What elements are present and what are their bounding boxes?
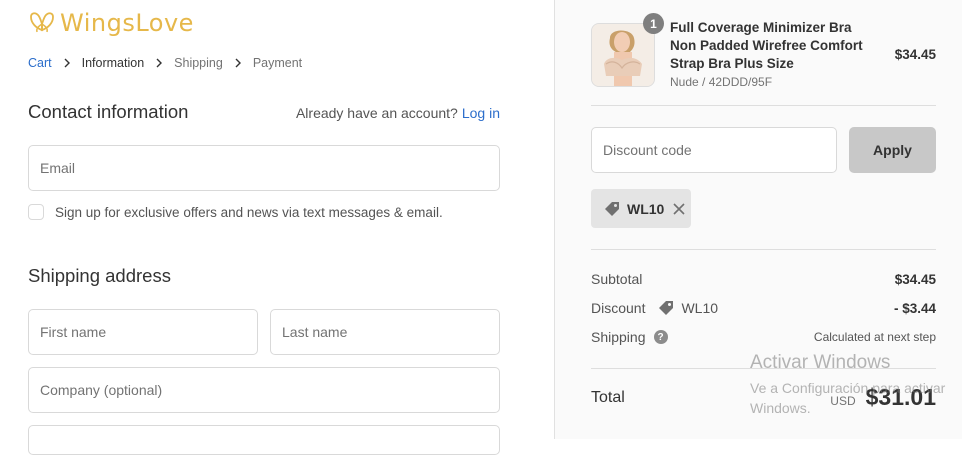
tag-icon: [605, 201, 619, 216]
discount-value: - $3.44: [893, 300, 936, 316]
chevron-right-icon: [64, 58, 70, 68]
breadcrumb-information: Information: [81, 56, 145, 70]
discount-placeholder: Discount code: [603, 142, 692, 158]
login-link[interactable]: Log in: [462, 105, 500, 121]
shipping-label: Shipping: [591, 329, 646, 345]
breadcrumb: Cart Information Shipping Payment: [28, 56, 302, 70]
email-field[interactable]: Email: [28, 145, 500, 191]
product-variant: Nude / 42DDD/95F: [670, 75, 773, 89]
close-icon[interactable]: [673, 202, 685, 215]
shipping-title: Shipping address: [28, 265, 171, 286]
question-icon[interactable]: ?: [653, 330, 668, 344]
company-placeholder: Company (optional): [40, 382, 163, 398]
total-label: Total: [591, 388, 625, 406]
first-name-placeholder: First name: [40, 324, 107, 340]
email-placeholder: Email: [40, 160, 76, 176]
product-name: Full Coverage Minimizer Bra Non Padded W…: [670, 20, 863, 71]
company-field[interactable]: Company (optional): [28, 367, 500, 413]
discount-code-input[interactable]: Discount code: [591, 127, 837, 173]
currency-code: USD: [830, 394, 856, 408]
discount-label: Discount: [591, 300, 646, 316]
chevron-right-icon: [156, 58, 163, 68]
discount-label-group: Discount WL10: [591, 299, 718, 317]
last-name-field[interactable]: Last name: [270, 309, 500, 355]
shipping-value: Calculated at next step: [813, 330, 936, 344]
chevron-right-icon: [235, 58, 241, 68]
applied-discount-chip: WL10: [591, 189, 691, 228]
subtotal-label: Subtotal: [591, 271, 643, 287]
shipping-label-group: Shipping ?: [591, 329, 668, 345]
contact-title: Contact information: [28, 101, 189, 122]
account-prompt-text: Already have an account?: [295, 105, 458, 121]
applied-code: WL10: [627, 200, 665, 217]
discount-row: Discount WL10 - $3.44: [591, 299, 936, 317]
divider: [591, 105, 936, 106]
sms-optin-checkbox[interactable]: [28, 204, 44, 220]
first-name-field[interactable]: First name: [28, 309, 258, 355]
sms-optin-row[interactable]: Sign up for exclusive offers and news vi…: [28, 204, 443, 220]
product-price: $34.45: [894, 47, 936, 62]
divider: [591, 249, 936, 250]
order-summary-panel: 1 Full Coverage Minimizer Bra Non Padded…: [554, 0, 962, 439]
subtotal-value: $34.45: [894, 271, 936, 287]
brand-logo[interactable]: WingsLove: [28, 7, 194, 39]
breadcrumb-shipping: Shipping: [174, 56, 223, 70]
product-image: [592, 24, 654, 86]
breadcrumb-payment: Payment: [252, 56, 303, 70]
shipping-row: Shipping ? Calculated at next step: [591, 329, 936, 345]
wings-logo-icon: [30, 12, 54, 33]
total-value-group: USD $31.01: [830, 384, 936, 411]
last-name-placeholder: Last name: [282, 324, 348, 340]
sms-optin-label: Sign up for exclusive offers and news vi…: [55, 204, 443, 220]
product-thumbnail: [591, 23, 655, 87]
checkout-form-panel: WingsLove Cart Information Shipping Paym…: [0, 0, 554, 455]
address-field[interactable]: [28, 425, 500, 455]
divider: [591, 368, 936, 369]
discount-code-label: WL10: [681, 300, 719, 316]
total-amount: $31.01: [865, 384, 936, 410]
tag-icon: [659, 301, 674, 315]
account-prompt: Already have an account? Log in: [296, 105, 500, 121]
brand-name: WingsLove: [60, 9, 194, 37]
total-row: Total USD $31.01: [591, 384, 936, 411]
subtotal-row: Subtotal $34.45: [591, 271, 936, 287]
breadcrumb-cart[interactable]: Cart: [28, 56, 52, 70]
quantity-badge: 1: [643, 13, 664, 34]
apply-button[interactable]: Apply: [849, 127, 936, 173]
